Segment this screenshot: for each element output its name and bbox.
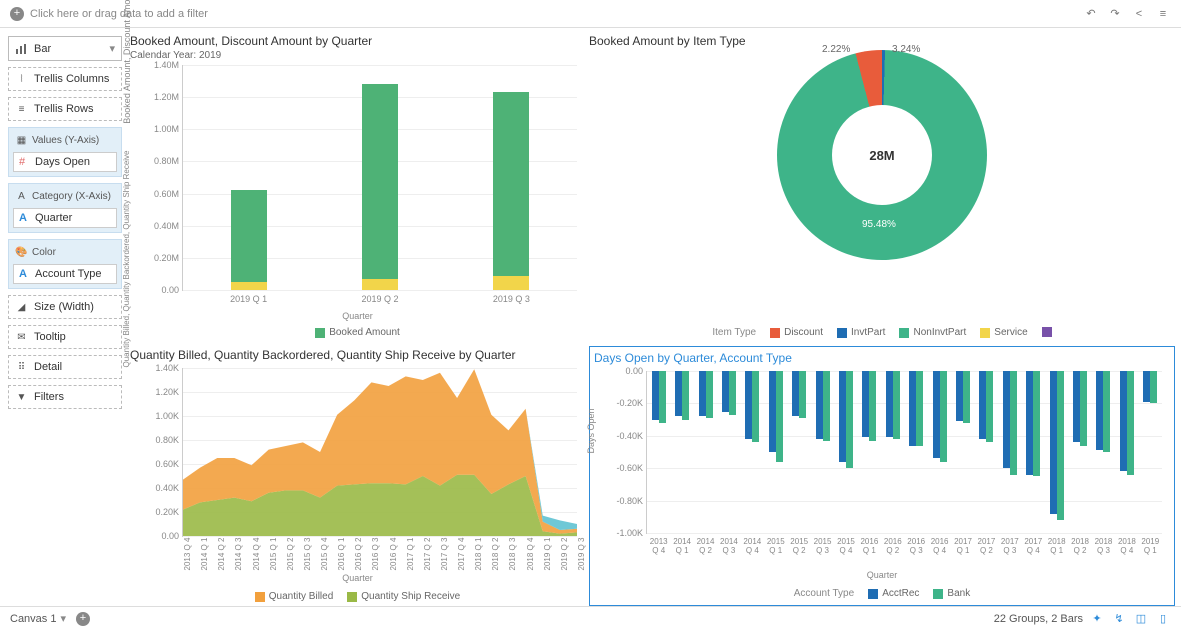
main-area: Bar ▾ ⦚ Trellis Columns ≡ Trellis Rows ▦…	[0, 28, 1181, 606]
viz-type-dropdown[interactable]: Bar ▾	[8, 36, 122, 61]
add-canvas-icon[interactable]: +	[76, 612, 90, 626]
chart2-legend: Item Type Discount InvtPart NonInvtPart …	[589, 323, 1175, 342]
tooltip-icon: ✉	[15, 331, 28, 343]
chart1-plot: 0.000.20M0.40M0.60M0.80M1.00M1.20M1.40M2…	[182, 65, 577, 291]
color-title: Color	[32, 247, 56, 258]
chevron-down-icon: ▾	[109, 42, 115, 55]
chart-quantity[interactable]: Quantity Billed, Quantity Backordered, Q…	[130, 346, 585, 606]
chart3-legend-0: Quantity Billed	[269, 591, 333, 602]
chart3-plot: 0.000.20K0.40K0.60K0.80K1.00K1.20K1.40K2…	[182, 368, 577, 537]
chart2-legend-1: InvtPart	[851, 327, 885, 338]
share-icon[interactable]: <	[1131, 6, 1147, 22]
measure-icon: #	[19, 156, 31, 168]
category-icon: A	[15, 190, 28, 202]
trellis-columns-slot[interactable]: ⦚ Trellis Columns	[8, 67, 122, 91]
viz-type-label: Bar	[34, 43, 51, 55]
size-icon: ◢	[15, 301, 28, 313]
chart2-legend-3: Service	[994, 327, 1027, 338]
chart4-plot: -1.00K-0.80K-0.60K-0.40K-0.20K0.002013 Q…	[646, 371, 1162, 534]
chart-booked-discount[interactable]: Booked Amount, Discount Amount by Quarte…	[130, 32, 585, 342]
chart3-ylabel: Quantity Billed, Quantity Backordered, Q…	[122, 150, 131, 367]
canvas-menu-icon[interactable]: ▾	[60, 612, 66, 625]
chart4-legend-1: Bank	[947, 588, 970, 599]
chart4-legend-0: AcctRec	[882, 588, 919, 599]
redo-icon[interactable]: ↷	[1107, 6, 1123, 22]
palette-icon: 🎨	[15, 246, 28, 258]
size-slot[interactable]: ◢ Size (Width)	[8, 295, 122, 319]
chart4-legend: Account Type AcctRec Bank	[594, 584, 1170, 603]
trellis-row-icon: ≡	[15, 103, 28, 115]
category-title: Category (X-Axis)	[32, 191, 111, 202]
donut-label-2: 95.48%	[862, 219, 896, 230]
undo-icon[interactable]: ↶	[1083, 6, 1099, 22]
detail-slot[interactable]: ⠿ Detail	[8, 355, 122, 379]
values-chip-label: Days Open	[35, 156, 90, 168]
tooltip-label: Tooltip	[34, 331, 66, 343]
chart2-legend-2: NonInvtPart	[913, 327, 966, 338]
chart3-legend-1: Quantity Ship Receive	[361, 591, 460, 602]
chart1-title: Booked Amount, Discount Amount by Quarte…	[130, 32, 585, 50]
chart1-subtitle: Calendar Year: 2019	[130, 50, 585, 61]
category-chip[interactable]: A Quarter	[13, 208, 117, 228]
trellis-rows-label: Trellis Rows	[34, 103, 94, 115]
chart3-legend: Quantity Billed Quantity Ship Receive	[130, 587, 585, 606]
trellis-columns-label: Trellis Columns	[34, 73, 109, 85]
canvas-bar: Canvas 1 ▾ + 22 Groups, 2 Bars ✦ ↯ ◫ ▯	[0, 606, 1181, 630]
funnel-icon: ▼	[15, 391, 28, 403]
donut-center: 28M	[832, 105, 932, 205]
chart1-legend: Booked Amount	[130, 323, 585, 342]
category-group: ACategory (X-Axis) A Quarter	[8, 183, 122, 233]
bar-chart-icon	[15, 43, 28, 55]
refresh-icon[interactable]: ↯	[1111, 611, 1127, 627]
suggest-icon[interactable]: ✦	[1089, 611, 1105, 627]
values-icon: ▦	[15, 134, 28, 146]
chart4-ylabel: Days Open	[586, 408, 596, 453]
chart3-title: Quantity Billed, Quantity Backordered, Q…	[130, 346, 585, 364]
status-text: 22 Groups, 2 Bars	[994, 613, 1083, 625]
filter-bar: + Click here or drag data to add a filte…	[0, 0, 1181, 28]
size-label: Size (Width)	[34, 301, 94, 313]
detail-icon: ⠿	[15, 361, 28, 373]
chart4-title: Days Open by Quarter, Account Type	[594, 349, 1170, 367]
chart2-legend-title: Item Type	[712, 327, 756, 338]
chart2-legend-0: Discount	[784, 327, 823, 338]
charts-grid: Booked Amount, Discount Amount by Quarte…	[130, 28, 1181, 606]
tooltip-slot[interactable]: ✉ Tooltip	[8, 325, 122, 349]
chart1-xlabel: Quarter	[342, 311, 373, 321]
attribute-icon: A	[19, 212, 31, 224]
chart1-ylabel: Booked Amount, Discount Amount	[122, 0, 132, 124]
values-group: ▦ Values (Y-Axis) # Days Open	[8, 127, 122, 177]
detail-label: Detail	[34, 361, 62, 373]
color-chip-label: Account Type	[35, 268, 101, 280]
menu-icon[interactable]: ≡	[1155, 6, 1171, 22]
add-filter-icon[interactable]: +	[10, 7, 24, 21]
config-panel: Bar ▾ ⦚ Trellis Columns ≡ Trellis Rows ▦…	[0, 28, 130, 606]
trellis-rows-slot[interactable]: ≡ Trellis Rows	[8, 97, 122, 121]
filters-label: Filters	[34, 391, 64, 403]
donut-label-1: 3.24%	[892, 44, 920, 55]
chart4-legend-title: Account Type	[794, 588, 854, 599]
trellis-col-icon: ⦚	[15, 73, 28, 85]
attribute-icon-2: A	[19, 268, 31, 280]
chart3-xlabel: Quarter	[342, 573, 373, 583]
filter-placeholder[interactable]: Click here or drag data to add a filter	[30, 8, 208, 20]
filters-slot[interactable]: ▼ Filters	[8, 385, 122, 409]
canvas-tab[interactable]: Canvas 1	[10, 613, 56, 625]
layout-a-icon[interactable]: ◫	[1133, 611, 1149, 627]
values-title: Values (Y-Axis)	[32, 135, 99, 146]
category-chip-label: Quarter	[35, 212, 72, 224]
donut-label-0: 2.22%	[822, 44, 850, 55]
chart4-xlabel: Quarter	[867, 570, 898, 580]
values-chip[interactable]: # Days Open	[13, 152, 117, 172]
chart2-title: Booked Amount by Item Type	[589, 32, 1175, 50]
chart-booked-itemtype[interactable]: Booked Amount by Item Type 28M 2.22% 3.2…	[589, 32, 1175, 342]
chart1-legend-0: Booked Amount	[329, 327, 400, 338]
color-group: 🎨 Color A Account Type	[8, 239, 122, 289]
layout-b-icon[interactable]: ▯	[1155, 611, 1171, 627]
chart-days-open[interactable]: Days Open by Quarter, Account Type Days …	[589, 346, 1175, 606]
color-chip[interactable]: A Account Type	[13, 264, 117, 284]
